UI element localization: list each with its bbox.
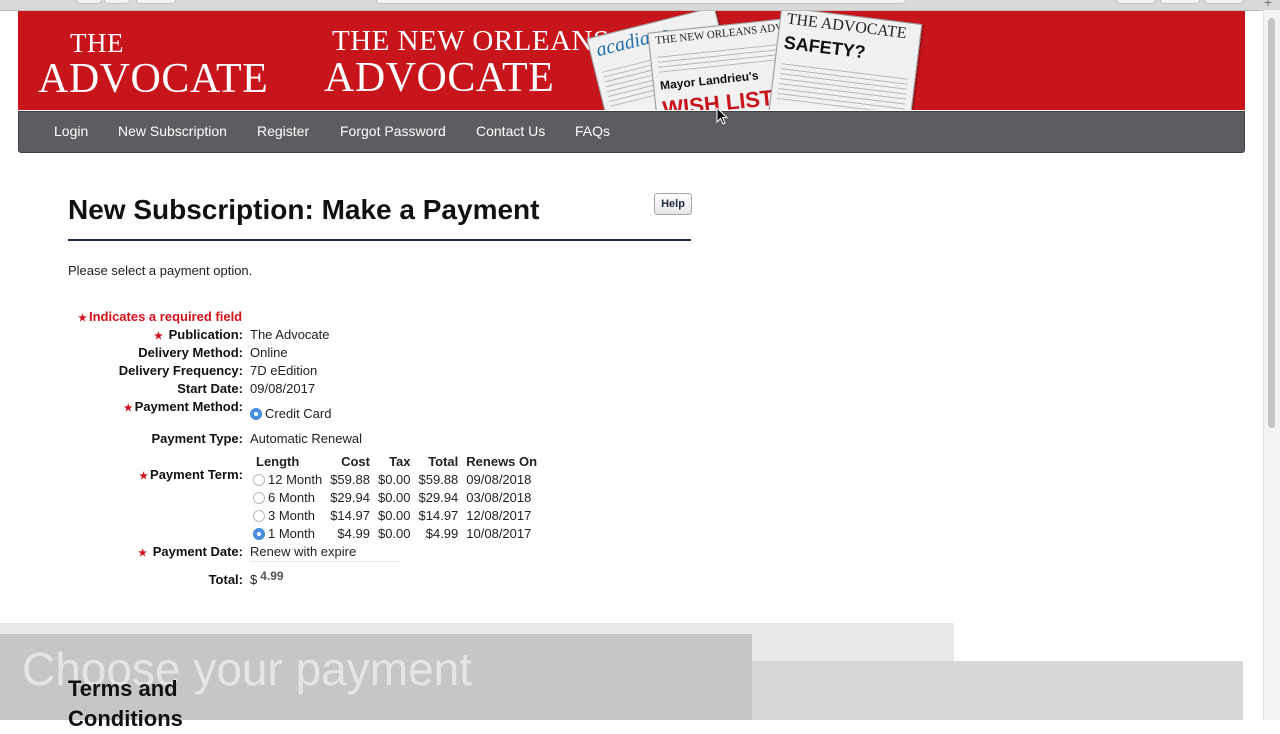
logo-advocate: ADVOCATE [38,56,269,102]
term-total: $14.97 [418,507,459,523]
address-bar[interactable] [376,0,906,4]
term-cost: $29.94 [330,489,370,505]
term-total: $59.88 [418,471,459,487]
col-tax: Tax [389,453,411,469]
required-star-icon: ★ [139,471,149,482]
col-total: Total [428,453,459,469]
share-button[interactable] [1116,0,1156,4]
delivery-method-value: Online [250,345,288,360]
paper-advocate: THE ADVOCATE SAFETY? [767,11,923,110]
nav-forgot-password[interactable]: Forgot Password [340,123,446,139]
term-radio-12-month[interactable] [253,473,265,486]
header-banner: THE ADVOCATE THE NEW ORLEANS ADVOCATE ac… [18,11,1245,110]
term-total: $29.94 [418,489,459,505]
publication-label: ★ Publication: [154,327,243,342]
logo-the: THE [70,28,124,58]
payment-term-table: Length Cost Tax Total Renews On 12 Month… [250,452,541,542]
back-button[interactable] [76,0,102,4]
total-currency: $ [250,572,258,587]
term-renews: 03/08/2018 [466,489,532,505]
nav-new-subscription[interactable]: New Subscription [118,123,227,139]
term-tax: $0.00 [377,471,411,487]
newspaper-collage: acadiana THE NEW ORLEANS ADVOCATE Mayor … [578,11,923,110]
payment-method-option[interactable]: Credit Card [250,406,331,421]
bottom-panel-right [752,661,1243,720]
payment-term-label: ★ Payment Term: [139,467,243,482]
nav-login[interactable]: Login [54,123,88,139]
browser-toolbar: + [0,0,1280,11]
term-tax: $0.00 [377,507,411,523]
delivery-frequency-label: Delivery Frequency: [118,363,243,378]
delivery-frequency-value: 7D eEdition [250,363,318,378]
sidebar-button[interactable] [136,0,176,4]
term-table-header: Length Cost Tax Total Renews On [250,452,541,470]
term-tax: $0.00 [377,525,411,541]
term-option[interactable]: 12 Month [250,470,326,488]
start-date-value: 09/08/2017 [250,381,316,396]
payment-method-label: ★ Payment Method: [123,399,243,414]
credit-card-radio[interactable] [250,408,262,420]
required-star-icon: ★ [123,403,133,414]
col-cost: Cost [341,453,370,469]
credit-card-label: Credit Card [265,406,332,421]
publication-value: The Advocate [250,327,330,342]
payment-date-label: ★ Payment Date: [138,544,243,559]
required-field-note: ★ Indicates a required field [78,309,243,324]
forward-button[interactable] [104,0,130,4]
payment-type-label: Payment Type: [151,431,243,446]
payment-date-value: Renew with expire [250,544,357,559]
term-total: $4.99 [425,525,459,541]
downloads-button[interactable] [1204,0,1244,4]
term-radio-1-month[interactable] [253,527,265,540]
term-option[interactable]: 3 Month [250,506,326,524]
term-renews: 10/08/2017 [466,525,532,541]
logo-new-orleans: THE NEW ORLEANS [332,25,610,57]
required-star-icon: ★ [78,313,87,324]
term-cost: $4.99 [337,525,370,541]
instructions-text: Please select a payment option. [68,263,253,278]
term-radio-3-month[interactable] [253,509,265,522]
total-value: $4.99 [250,569,284,587]
table-row[interactable]: 12 Month $59.88 $0.00 $59.88 09/08/2018 [250,470,541,488]
delivery-method-label: Delivery Method: [138,345,243,360]
nav-faqs[interactable]: FAQs [575,123,610,139]
payment-type-value: Automatic Renewal [250,431,362,446]
start-date-label: Start Date: [177,381,243,396]
table-row[interactable]: 3 Month $14.97 $0.00 $14.97 12/08/2017 [250,506,541,524]
term-renews: 09/08/2018 [466,471,532,487]
col-renews-on: Renews On [466,453,538,469]
main-nav: Login New Subscription Register Forgot P… [18,111,1245,153]
page-title: New Subscription: Make a Payment [68,194,540,225]
term-cost: $59.88 [330,471,370,487]
help-button[interactable]: Help [654,193,692,215]
term-radio-6-month[interactable] [253,491,265,504]
page-scrollbar[interactable] [1263,10,1280,720]
required-star-icon: ★ [138,548,148,559]
required-star-icon: ★ [154,331,163,342]
tabs-button[interactable] [1160,0,1200,4]
term-tax: $0.00 [377,489,411,505]
term-option[interactable]: 1 Month [250,524,326,542]
payment-date-underline [250,561,400,562]
scrollbar-thumb[interactable] [1268,18,1275,428]
nav-contact-us[interactable]: Contact Us [476,123,545,139]
total-label: Total: [208,572,243,587]
term-option[interactable]: 6 Month [250,488,326,506]
terms-and-conditions-heading: Terms and Conditions [68,676,183,731]
nav-register[interactable]: Register [257,123,309,139]
term-cost: $14.97 [330,507,370,523]
total-amount: 4.99 [260,569,284,583]
col-length: Length [256,453,300,469]
table-row[interactable]: 6 Month $29.94 $0.00 $29.94 03/08/2018 [250,488,541,506]
new-tab-icon[interactable]: + [1264,0,1272,10]
table-row[interactable]: 1 Month $4.99 $0.00 $4.99 10/08/2017 [250,524,541,542]
title-divider [68,239,691,241]
term-renews: 12/08/2017 [466,507,532,523]
mouse-cursor-icon [716,107,728,125]
logo-advocate-2: ADVOCATE [324,55,555,101]
